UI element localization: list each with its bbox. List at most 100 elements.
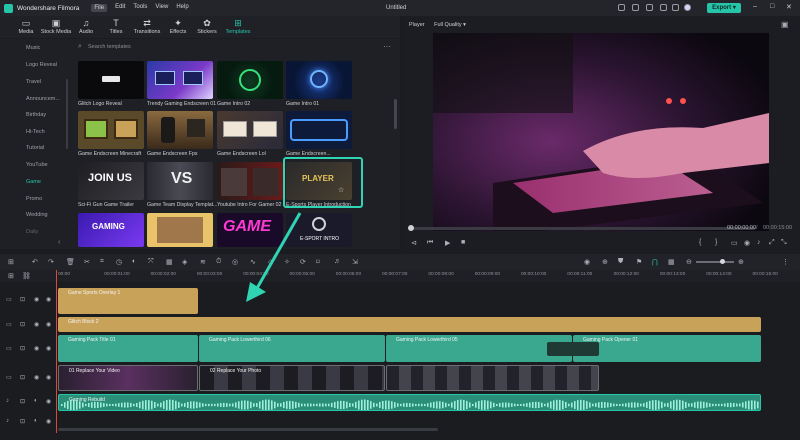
shield-icon[interactable]: ⛊	[618, 258, 623, 266]
mask-icon[interactable]: ▦	[166, 258, 173, 266]
video-track-icon[interactable]: ▭	[6, 374, 12, 381]
more-options-icon[interactable]: ···	[383, 42, 391, 51]
camera-icon[interactable]: ◉	[744, 239, 750, 247]
template-thumb-game-endscreen[interactable]	[286, 111, 352, 149]
zoom-icon[interactable]: ⤡	[781, 239, 787, 247]
add-track-icon[interactable]: ⊞	[8, 272, 14, 280]
player-tab[interactable]: Player	[409, 22, 425, 28]
sidebar-item-daily[interactable]: Daily	[26, 229, 38, 235]
video-track-icon[interactable]: ▭	[6, 321, 12, 328]
sidebar-item-promo[interactable]: Promo	[26, 196, 42, 202]
prev-frame-icon[interactable]: ⊲	[411, 239, 417, 247]
snapshot-icon[interactable]: ▣	[781, 20, 789, 29]
fullscreen-icon[interactable]: ⤢	[769, 239, 775, 247]
timer-icon[interactable]: ⏱	[216, 258, 221, 266]
download-icon[interactable]	[672, 4, 679, 11]
template-thumb-game-endscreen-lol[interactable]	[217, 111, 283, 149]
undo-icon[interactable]: ↶	[32, 258, 38, 266]
display-icon[interactable]: ▭	[731, 239, 738, 247]
mute-icon[interactable]: ◐	[34, 398, 38, 404]
visibility-icon[interactable]: ◉	[46, 418, 51, 425]
tab-stickers[interactable]: ✿ Stickers	[196, 19, 218, 36]
stop-icon[interactable]: ■	[461, 239, 465, 246]
clip-game-sports-overlay[interactable]: Game Sports Overlay 1	[58, 288, 198, 314]
clip-glitch-block[interactable]: Glitch Block 2	[58, 317, 761, 332]
audio-track-icon[interactable]: ♪	[6, 398, 9, 404]
search-input[interactable]: Search templates	[88, 44, 131, 50]
notifications-icon[interactable]	[632, 4, 639, 11]
clip-video-frames[interactable]	[386, 365, 599, 391]
tab-effects[interactable]: ✦ Effects	[167, 19, 189, 36]
mic-icon[interactable]: ♬	[334, 258, 341, 265]
step-back-icon[interactable]: ⏮	[427, 239, 433, 247]
menu-help[interactable]: Help	[176, 4, 188, 12]
zoom-in-icon[interactable]: ⊕	[738, 258, 744, 266]
audio-wave-icon[interactable]: ∿	[250, 258, 256, 266]
visibility-icon[interactable]: ◉	[46, 398, 51, 405]
template-thumb-sci-fi-gun-game-trailer[interactable]: JOIN US	[78, 162, 144, 200]
marker-icon[interactable]: ⚑	[636, 258, 642, 266]
quality-select[interactable]: Full Quality	[434, 22, 462, 28]
visibility-icon[interactable]: ◉	[46, 374, 51, 381]
save-icon[interactable]	[660, 4, 667, 11]
zoom-out-icon[interactable]: ⊖	[686, 258, 692, 266]
template-thumb-glitch-logo-reveal[interactable]	[78, 61, 144, 99]
lock-icon[interactable]: ⊡	[20, 296, 25, 303]
sidebar-item-music[interactable]: Music	[26, 45, 40, 51]
feedback-icon[interactable]	[618, 4, 625, 11]
playback-scrubber[interactable]	[408, 225, 755, 231]
clip-gaming-pack-title[interactable]: Gaming Pack Title 01	[58, 335, 198, 362]
layout-icon[interactable]: ⊞	[8, 258, 14, 266]
render-icon[interactable]: ◉	[584, 258, 590, 266]
ai-icon[interactable]: ✧	[284, 258, 290, 266]
mark-out-icon[interactable]: }	[715, 239, 717, 246]
eye-icon[interactable]: ◉	[34, 345, 39, 352]
visibility-icon[interactable]: ◉	[46, 321, 51, 328]
menu-edit[interactable]: Edit	[115, 4, 125, 12]
template-thumb-gaming[interactable]: GAMING	[78, 213, 144, 247]
cloud-icon[interactable]	[646, 4, 653, 11]
sidebar-item-announcement[interactable]: Announcem...	[26, 96, 60, 102]
adjust-icon[interactable]: ≋	[200, 258, 206, 266]
template-thumb-game-intro-02[interactable]	[217, 61, 283, 99]
video-track-icon[interactable]: ▭	[6, 296, 12, 303]
play-icon[interactable]: ▶	[445, 239, 450, 247]
tab-titles[interactable]: T Titles	[106, 19, 126, 36]
close-icon[interactable]: ✕	[786, 3, 792, 11]
eye-icon[interactable]: ◉	[34, 321, 39, 328]
zoom-slider[interactable]	[696, 259, 734, 264]
sidebar-item-game[interactable]: Game	[26, 179, 41, 185]
template-thumb-game-endscreen-fps[interactable]	[147, 111, 213, 149]
lock-icon[interactable]: ⊡	[20, 374, 25, 381]
tag-icon[interactable]: ⌑	[316, 258, 320, 266]
tab-media[interactable]: ▭ Media	[16, 19, 36, 36]
lock-icon[interactable]: ⊡	[20, 418, 25, 425]
timeline-scrollbar[interactable]	[58, 428, 438, 431]
grid-icon[interactable]: ▦	[668, 258, 675, 266]
template-thumb-game-endscreen-minecraft[interactable]	[78, 111, 144, 149]
crop-icon[interactable]: ⌗	[100, 258, 104, 266]
sidebar-item-wedding[interactable]: Wedding	[26, 212, 48, 218]
lock-icon[interactable]: ⊡	[20, 345, 25, 352]
audio-track-icon[interactable]: ♪	[6, 418, 9, 424]
export-button[interactable]: Export ▾	[707, 3, 741, 13]
clip-gaming-pack-lowerthird-06[interactable]: Gaming Pack Lowerthird 06	[199, 335, 385, 362]
menu-tools[interactable]: Tools	[133, 4, 147, 12]
sidebar-item-hi-tech[interactable]: Hi-Tech	[26, 129, 45, 135]
volume-icon[interactable]: ♪	[757, 239, 761, 246]
template-thumb-game-neon[interactable]: GAME	[217, 213, 283, 247]
playhead[interactable]	[56, 270, 57, 433]
keyframe-icon[interactable]: ◇	[268, 258, 273, 266]
tab-audio[interactable]: ♫ Audio	[76, 19, 96, 36]
tab-transitions[interactable]: ⇄ Transitions	[133, 19, 161, 36]
timeline-ruler[interactable]: 00:00 00:00:01:00 00:00:02:00 00:00:03:00 00…	[56, 270, 800, 282]
template-thumb-youtube-intro-gamer-02[interactable]	[217, 162, 283, 200]
color-icon[interactable]: ◐	[132, 258, 136, 265]
visibility-icon[interactable]: ◉	[46, 345, 51, 352]
template-thumb-golden[interactable]	[147, 213, 213, 247]
tab-templates[interactable]: ⊞ Templates	[224, 19, 252, 36]
minimize-icon[interactable]: –	[753, 3, 757, 10]
video-track-icon[interactable]: ▭	[6, 345, 12, 352]
clip-replace-photo-02[interactable]: 02 Replace Your Photo	[199, 365, 385, 391]
scrubber-handle[interactable]	[408, 225, 414, 231]
